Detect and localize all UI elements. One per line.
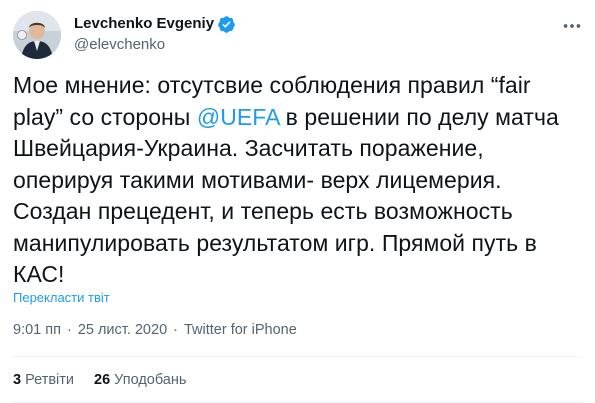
tweet-text-line: play” со стороны @UEFA в решении по делу… [13,102,573,134]
tweet-text-segment: манипулировать результатом игр. Прямой п… [13,229,537,256]
tweet-text-segment: Мое мнение: отсутсвие соблюдения правил … [13,72,531,98]
more-options-icon[interactable] [561,15,583,37]
tweet-text: Мое мнение: отсутсвие соблюдения правил … [13,70,573,291]
tweet-stats: 3 Ретвіти 26 Уподобань [13,372,186,388]
tweet-text-line: оперируя такими мотивами- верх лицемерия… [13,165,573,197]
tweet-metadata: 9:01 пп · 25 лист. 2020 · Twitter for iP… [13,322,297,338]
author-display-name[interactable]: Levchenko Evgeniy [74,14,214,34]
divider [13,356,583,357]
author-handle[interactable]: @elevchenko [74,35,236,55]
tweet-text-segment: Швейцария-Украина. Засчитать поражение, [13,135,484,161]
meta-separator: · [173,322,178,338]
avatar[interactable] [13,11,61,59]
likes-label: Уподобань [114,372,187,388]
mention-link[interactable]: @UEFA [197,104,279,130]
likes-stat[interactable]: 26 Уподобань [94,372,186,388]
tweet-text-segment: КАС! [13,261,65,287]
retweets-count: 3 [13,372,22,388]
tweet-time[interactable]: 9:01 пп [13,322,61,338]
tweet-text-line: КАС! [13,259,573,291]
tweet-text-line: Создан прецедент, и теперь есть возможно… [13,196,573,228]
tweet-text-segment: play” со стороны [13,103,197,130]
retweets-stat[interactable]: 3 Ретвіти [13,372,74,388]
retweets-label: Ретвіти [25,372,75,388]
tweet-text-line: Швейцария-Украина. Засчитать поражение, [13,133,573,165]
likes-count: 26 [94,372,111,388]
tweet-text-segment: Создан прецедент, и теперь есть возможно… [13,198,513,224]
tweet-text-segment: оперируя такими мотивами- верх лицемерия… [13,166,502,193]
verified-badge-icon [217,15,236,34]
avatar-image [13,11,61,59]
tweet-text-segment: в решении по делу матча [279,103,559,130]
author-names: Levchenko Evgeniy @elevchenko [74,14,236,55]
tweet-source[interactable]: Twitter for iPhone [184,322,297,338]
tweet-text-line: Мое мнение: отсутсвие соблюдения правил … [13,70,573,102]
tweet-header: Levchenko Evgeniy @elevchenko [13,11,583,59]
tweet-date[interactable]: 25 лист. 2020 [78,322,167,338]
tweet-text-line: манипулировать результатом игр. Прямой п… [13,228,573,260]
translate-tweet-link[interactable]: Перекласти твіт [13,290,110,305]
tweet-card: Levchenko Evgeniy @elevchenko Мое мнение… [0,0,595,403]
meta-separator: · [66,322,72,338]
